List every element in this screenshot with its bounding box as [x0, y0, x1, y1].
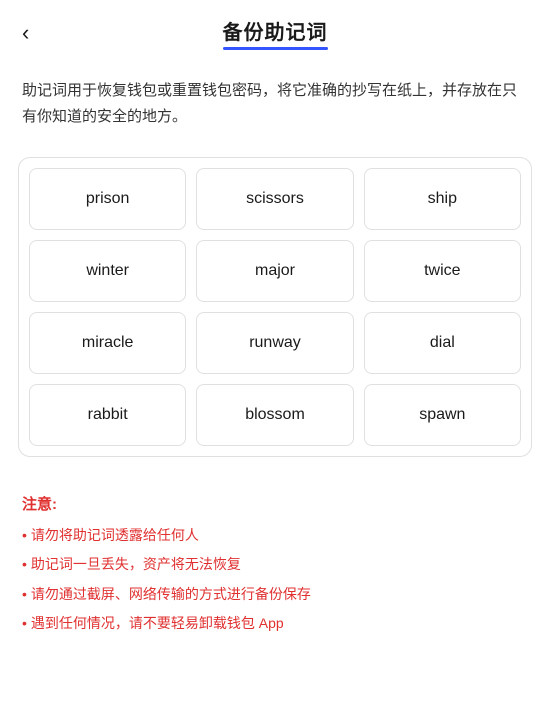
notice-title: 注意: [22, 493, 528, 514]
notice-item-text: 助记词一旦丢失，资产将无法恢复 [31, 553, 241, 575]
title-underline [223, 47, 328, 50]
header-title-wrap: 备份助记词 [223, 16, 328, 50]
mnemonic-word-1: prison [29, 168, 186, 230]
notice-item-text: 请勿将助记词透露给任何人 [31, 524, 199, 546]
notice-item-2: • 助记词一旦丢失，资产将无法恢复 [22, 553, 528, 575]
notice-bullet-icon: • [22, 612, 27, 634]
mnemonic-container: prisonscissorsship wintermajortwice miracl… [18, 157, 532, 457]
mnemonic-word-5: major [196, 240, 353, 302]
notice-item-4: • 遇到任何情况，请不要轻易卸载钱包 App [22, 612, 528, 634]
mnemonic-grid: prisonscissorsship wintermajortwice miracl… [29, 168, 521, 446]
notice-bullet-icon: • [22, 583, 27, 605]
mnemonic-word-9: dial [364, 312, 521, 374]
notice-bullet-icon: • [22, 524, 27, 546]
header: ‹ 备份助记词 [0, 0, 550, 60]
mnemonic-word-12: spawn [364, 384, 521, 446]
description-text: 助记词用于恢复钱包或重置钱包密码，将它准确的抄写在纸上，并存放在只有你知道的安全… [0, 60, 550, 139]
notice-section: 注意: • 请勿将助记词透露给任何人• 助记词一旦丢失，资产将无法恢复• 请勿通… [0, 475, 550, 662]
mnemonic-word-3: ship [364, 168, 521, 230]
notice-bullet-icon: • [22, 553, 27, 575]
back-button[interactable]: ‹ [18, 18, 33, 48]
mnemonic-word-7: miracle [29, 312, 186, 374]
mnemonic-word-10: rabbit [29, 384, 186, 446]
mnemonic-word-8: runway [196, 312, 353, 374]
mnemonic-word-4: winter [29, 240, 186, 302]
notice-item-1: • 请勿将助记词透露给任何人 [22, 524, 528, 546]
notice-item-3: • 请勿通过截屏、网络传输的方式进行备份保存 [22, 583, 528, 605]
mnemonic-word-6: twice [364, 240, 521, 302]
notice-item-text: 遇到任何情况，请不要轻易卸载钱包 App [31, 612, 284, 634]
mnemonic-word-2: scissors [196, 168, 353, 230]
mnemonic-word-11: blossom [196, 384, 353, 446]
notice-item-text: 请勿通过截屏、网络传输的方式进行备份保存 [31, 583, 311, 605]
page-title: 备份助记词 [223, 16, 328, 45]
